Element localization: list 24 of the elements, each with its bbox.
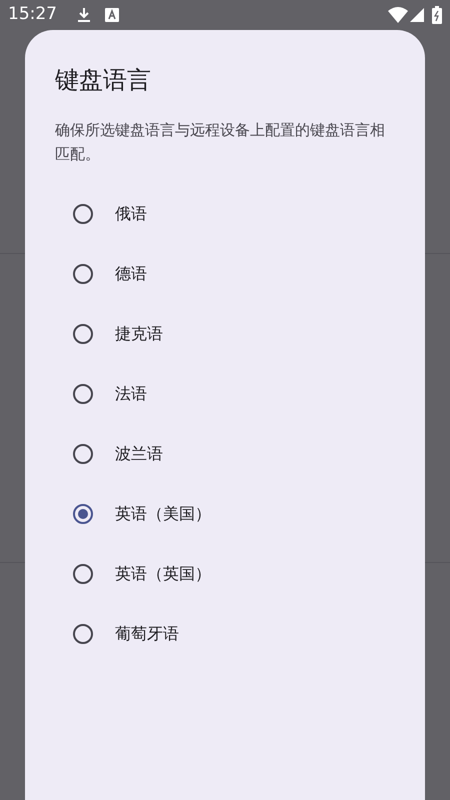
option-label[interactable]: 英语（英国） [115,562,211,586]
battery-icon [432,6,442,24]
option-label[interactable]: 法语 [115,382,147,406]
radio-button[interactable] [73,384,93,404]
option-label[interactable]: 波兰语 [115,442,163,466]
radio-button[interactable] [73,564,93,584]
radio-button[interactable] [73,624,93,644]
option-label[interactable]: 葡萄牙语 [115,622,179,646]
option-label[interactable]: 英语（美国） [115,502,211,526]
dialog-title: 键盘语言 [55,65,152,96]
option-label[interactable]: 捷克语 [115,322,163,346]
status-time: 15:27 [8,3,57,26]
radio-button[interactable] [73,444,93,464]
radio-button[interactable] [73,204,93,224]
option-label[interactable]: 德语 [115,262,147,286]
keyboard-app-icon [105,8,119,22]
wifi-icon [388,7,408,23]
signal-icon [410,8,424,22]
dialog-description: 确保所选键盘语言与远程设备上配置的键盘语言相匹配。 [55,120,386,165]
radio-button[interactable] [73,504,93,524]
option-label[interactable]: 俄语 [115,202,147,226]
download-icon [77,7,91,23]
radio-button[interactable] [73,264,93,284]
radio-button[interactable] [73,324,93,344]
